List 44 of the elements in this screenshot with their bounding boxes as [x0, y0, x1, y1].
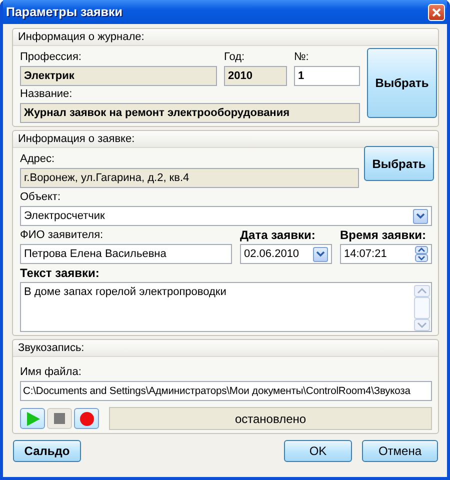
text-field[interactable]: Журнал заявок на ремонт электрооборудования: [20, 103, 360, 123]
group-title: Информация о журнале:: [13, 29, 438, 46]
field-label: Год:: [224, 50, 246, 64]
group-title: Звукозапись:: [13, 340, 438, 357]
scrollbar[interactable]: [414, 285, 430, 331]
field-label: Текст заявки:: [20, 266, 100, 280]
field-label: №:: [294, 50, 310, 64]
group-title: Информация о заявке:: [13, 131, 438, 148]
dropdown-button[interactable]: [313, 246, 328, 262]
dropdown-button[interactable]: [413, 208, 428, 224]
ok-button[interactable]: OK: [284, 440, 352, 462]
chevron-down-icon: [316, 251, 325, 257]
select-button[interactable]: Выбрать: [364, 146, 434, 181]
text-field[interactable]: C:\Documents and Settings\Администраторs\Мои документы\ControlRoom4\Звукоза: [20, 381, 432, 401]
spin-buttons[interactable]: [415, 246, 428, 262]
cancel-button[interactable]: Отмена: [362, 440, 438, 462]
select-button[interactable]: Выбрать: [367, 48, 437, 118]
record-icon: [80, 412, 94, 426]
text-field[interactable]: Электрик: [20, 66, 217, 86]
text-field[interactable]: 1: [294, 66, 360, 86]
dropdown-field[interactable]: Электросчетчик: [20, 206, 432, 226]
play-icon: [26, 412, 40, 426]
close-button[interactable]: [428, 4, 445, 20]
record-button[interactable]: [74, 408, 99, 429]
status-field: остановлено: [109, 407, 432, 430]
close-icon: [432, 8, 441, 16]
text-field[interactable]: Петрова Елена Васильевна: [20, 244, 232, 264]
balance-button[interactable]: Сальдо: [13, 440, 81, 462]
field-label: Имя файла:: [20, 365, 82, 379]
window-title: Параметры заявки: [6, 5, 122, 19]
text-area[interactable]: В доме запах горелой электропроводки: [20, 282, 432, 332]
field-label: Название:: [20, 87, 74, 101]
date-field[interactable]: 02.06.2010: [240, 244, 332, 264]
text-field[interactable]: г.Воронеж, ул.Гагарина, д.2, кв.4: [20, 168, 359, 188]
time-field[interactable]: 14:07:21: [340, 244, 432, 264]
field-label: Дата заявки:: [240, 228, 316, 242]
chevron-down-icon: [416, 213, 425, 219]
field-label: Объект:: [20, 190, 62, 204]
stop-icon: [54, 413, 65, 424]
text-field[interactable]: 2010: [224, 66, 287, 86]
field-label: Время заявки:: [340, 228, 427, 242]
field-label: Адрес:: [20, 152, 56, 166]
field-label: Профессия:: [20, 50, 82, 64]
field-label: ФИО заявителя:: [20, 228, 104, 242]
